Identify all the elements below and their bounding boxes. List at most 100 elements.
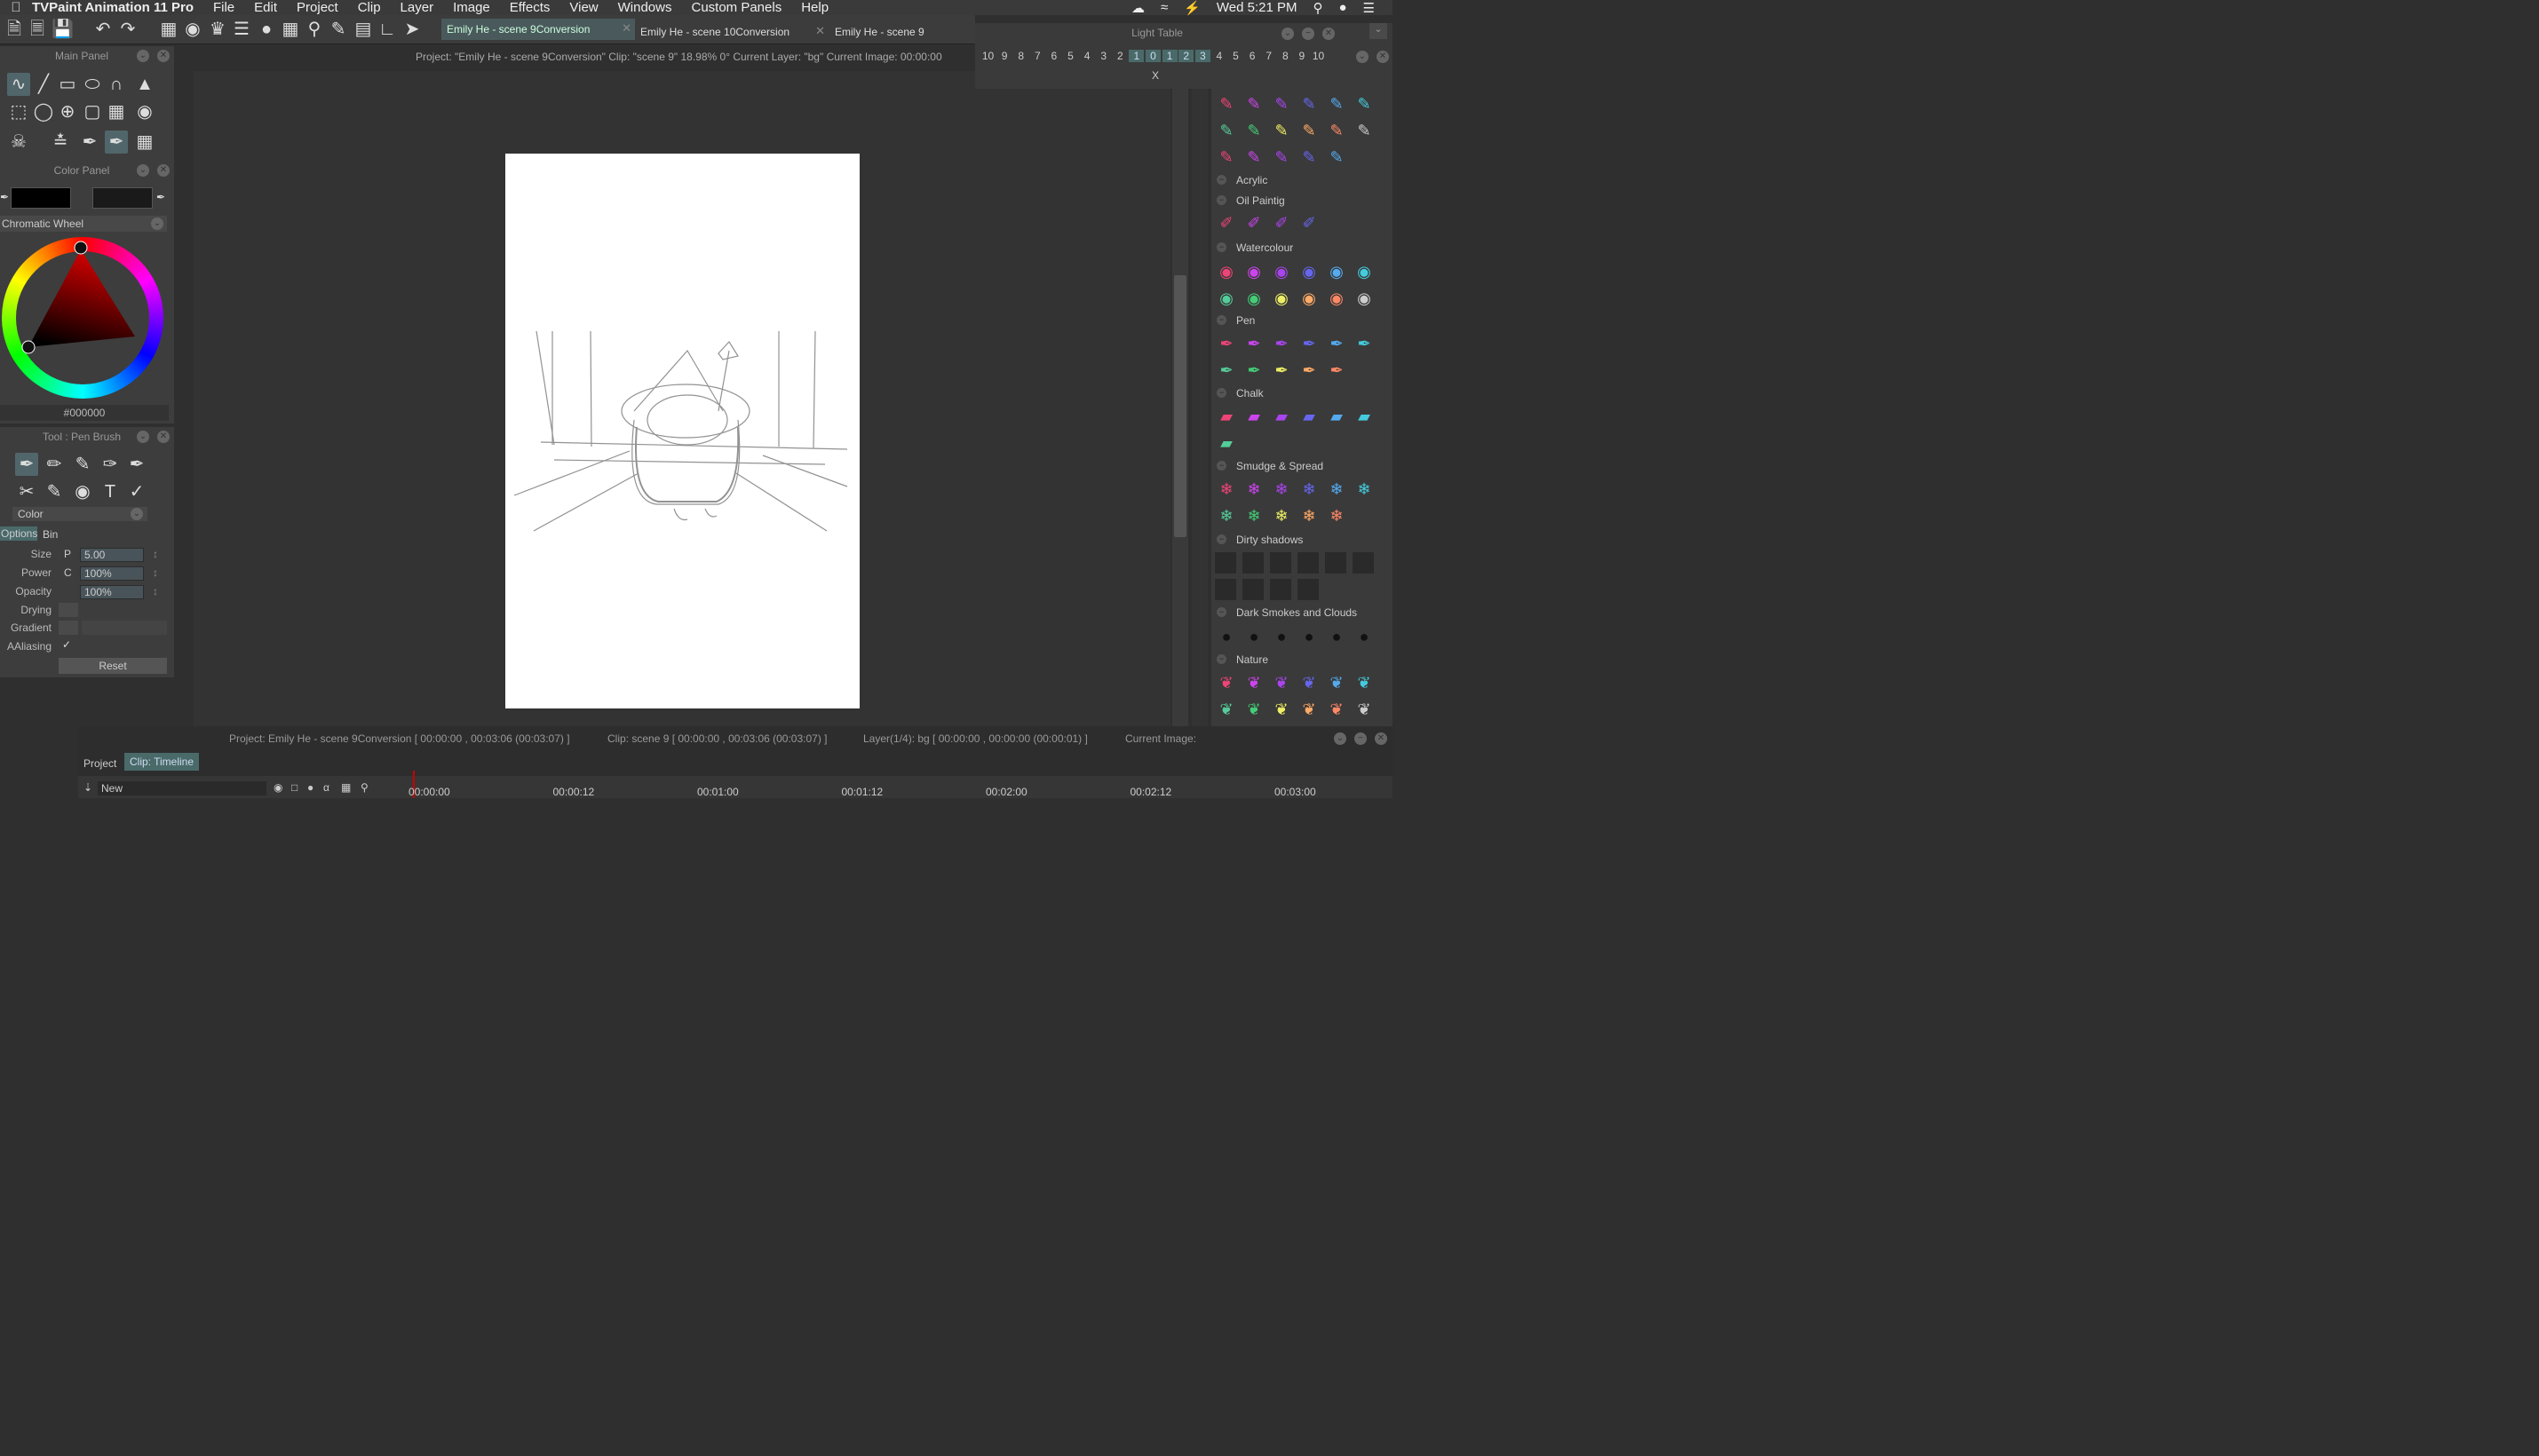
layer-add-icon[interactable]: ⇣ [83,781,92,794]
stamp-icon[interactable]: ♛ [207,19,228,40]
close-icon[interactable]: ✕ [815,24,825,38]
pen-mode-selected-icon[interactable]: ✒ [105,131,128,154]
smudge-brush-icon[interactable]: ❄ [1270,504,1293,527]
freehand-tool-icon[interactable]: ∿ [7,73,30,96]
watercolour-brush-icon[interactable]: ◉ [1215,287,1238,310]
search-icon[interactable]: ⚲ [361,781,369,794]
color-wheel-icon[interactable]: ◉ [182,19,203,40]
light-table-frame[interactable]: 9 [1294,50,1309,62]
light-table-frame[interactable]: 10 [1311,50,1326,62]
camera-icon[interactable]: ◉ [133,100,156,123]
fill-tool-icon[interactable]: ▲ [133,73,156,96]
hex-value[interactable]: #000000 [0,405,169,421]
chalk-brush-icon[interactable]: ▰ [1270,405,1293,428]
nature-brush-icon[interactable]: ❦ [1242,698,1266,721]
pen-brush-icon[interactable]: ✒ [1353,332,1376,355]
text-icon[interactable]: T [99,480,122,503]
smudge-brush-icon[interactable]: ❄ [1270,478,1293,501]
size-flag[interactable]: P [64,548,71,560]
lasso-icon[interactable]: ◯ [32,100,55,123]
curve-tool-icon[interactable]: ∩ [105,73,128,96]
close-icon[interactable]: ✕ [157,50,170,62]
drawing-canvas[interactable] [505,154,860,708]
light-table-frame[interactable]: 8 [1013,50,1028,62]
watercolour-brush-icon[interactable]: ◉ [1242,287,1266,310]
chalk-brush-icon[interactable]: ▰ [1215,405,1238,428]
gradient-checkbox[interactable] [59,621,78,635]
pen-brush-icon[interactable]: ✒ [1215,332,1238,355]
collapse-icon[interactable]: − [1217,654,1226,664]
stepper-icon[interactable]: ↕ [153,585,158,597]
collapse-icon[interactable]: − [1217,607,1226,617]
collapse-icon[interactable]: ⌄ [137,431,149,443]
brush-category[interactable]: − Dirty shadows [1211,532,1392,548]
pen-brush-icon[interactable]: ✒ [1325,359,1348,382]
menu-image[interactable]: Image [453,0,490,15]
secondary-color-swatch[interactable] [92,187,153,209]
nature-brush-icon[interactable]: ❦ [1270,671,1293,694]
stepper-icon[interactable]: ↕ [153,548,158,560]
close-icon[interactable]: ✕ [1322,28,1335,40]
search-icon[interactable]: ⚲ [1313,0,1322,16]
smudge-brush-icon[interactable]: ❄ [1325,478,1348,501]
texture-brush-icon[interactable] [1353,552,1374,574]
selection-rect-icon[interactable]: ⬚ [7,100,30,123]
panel-menu-icon[interactable]: ⌄ [1369,23,1387,39]
power-field[interactable]: 100% [80,566,144,581]
minimize-icon[interactable]: − [1302,28,1314,40]
xsheet-icon[interactable]: ▦ [280,19,301,40]
light-table-frame[interactable]: 3 [1194,50,1210,62]
nature-brush-icon[interactable]: ❦ [1325,698,1348,721]
smudge-brush-icon[interactable]: ❄ [1297,478,1321,501]
light-table-frame[interactable]: 2 [1178,50,1194,62]
undo-icon[interactable]: ↶ [92,19,114,40]
pen-mode-icon[interactable]: ≛ [49,131,72,154]
light-table-frame[interactable]: 4 [1211,50,1226,62]
open-document-icon[interactable]: 🗏 [27,19,48,40]
power-flag[interactable]: C [64,566,72,579]
collapse-icon[interactable]: − [1217,195,1226,205]
watercolour-brush-icon[interactable]: ◉ [1270,260,1293,283]
smudge-brush-icon[interactable]: ❄ [1215,478,1238,501]
watercolour-brush-icon[interactable]: ◉ [1297,260,1321,283]
light-table-frame[interactable]: 1 [1162,50,1178,62]
smoke-brush-icon[interactable]: ● [1242,625,1266,648]
airbrush-icon[interactable]: ✎ [71,453,94,476]
marker-brush-icon[interactable]: ✎ [1297,119,1321,142]
redo-icon[interactable]: ↷ [117,19,139,40]
collapse-icon[interactable]: − [1217,534,1226,544]
size-field[interactable]: 5.00 [80,548,144,562]
menu-effects[interactable]: Effects [510,0,551,15]
marker-brush-icon[interactable]: ✎ [1297,146,1321,169]
texture-brush-icon[interactable] [1297,552,1319,574]
tab-clip-timeline[interactable]: Clip: Timeline [124,753,200,771]
marker-brush-icon[interactable]: ✎ [1353,92,1376,115]
smudge-brush-icon[interactable]: ❄ [1215,504,1238,527]
tab-project[interactable]: Project [83,757,116,770]
menu-layer[interactable]: Layer [401,0,434,15]
pen-icon[interactable]: ✒ [78,131,101,154]
library-icon[interactable]: ▤ [353,19,374,40]
collapse-icon[interactable]: − [1217,461,1226,471]
collapse-icon[interactable]: ⌄ [1281,28,1294,40]
toolbox-icon[interactable]: ▦ [158,19,179,40]
watercolour-brush-icon[interactable]: ◉ [1270,287,1293,310]
crop-icon[interactable]: ▢ [81,100,104,123]
warp-icon[interactable]: ▦ [105,100,128,123]
brush-category[interactable]: − Pen [1211,313,1392,328]
light-table-frame[interactable]: 4 [1080,50,1095,62]
nature-brush-icon[interactable]: ❦ [1270,698,1293,721]
reset-button[interactable]: Reset [59,658,167,674]
special-brush-icon[interactable]: ✓ [125,480,148,503]
chalk-brush-icon[interactable]: ▰ [1325,405,1348,428]
close-icon[interactable]: ✕ [622,21,631,36]
pen-brush-icon[interactable]: ✒ [1297,359,1321,382]
brush-category[interactable]: − Nature [1211,652,1392,668]
close-icon[interactable]: ✕ [1377,51,1389,63]
chalk-brush-icon[interactable]: ▰ [1242,405,1266,428]
texture-brush-icon[interactable] [1215,552,1236,574]
color-triangle[interactable] [2,237,163,399]
menu-file[interactable]: File [213,0,234,15]
light-table-frame[interactable]: 5 [1063,50,1078,62]
panic-icon[interactable]: ☠ [7,131,30,154]
